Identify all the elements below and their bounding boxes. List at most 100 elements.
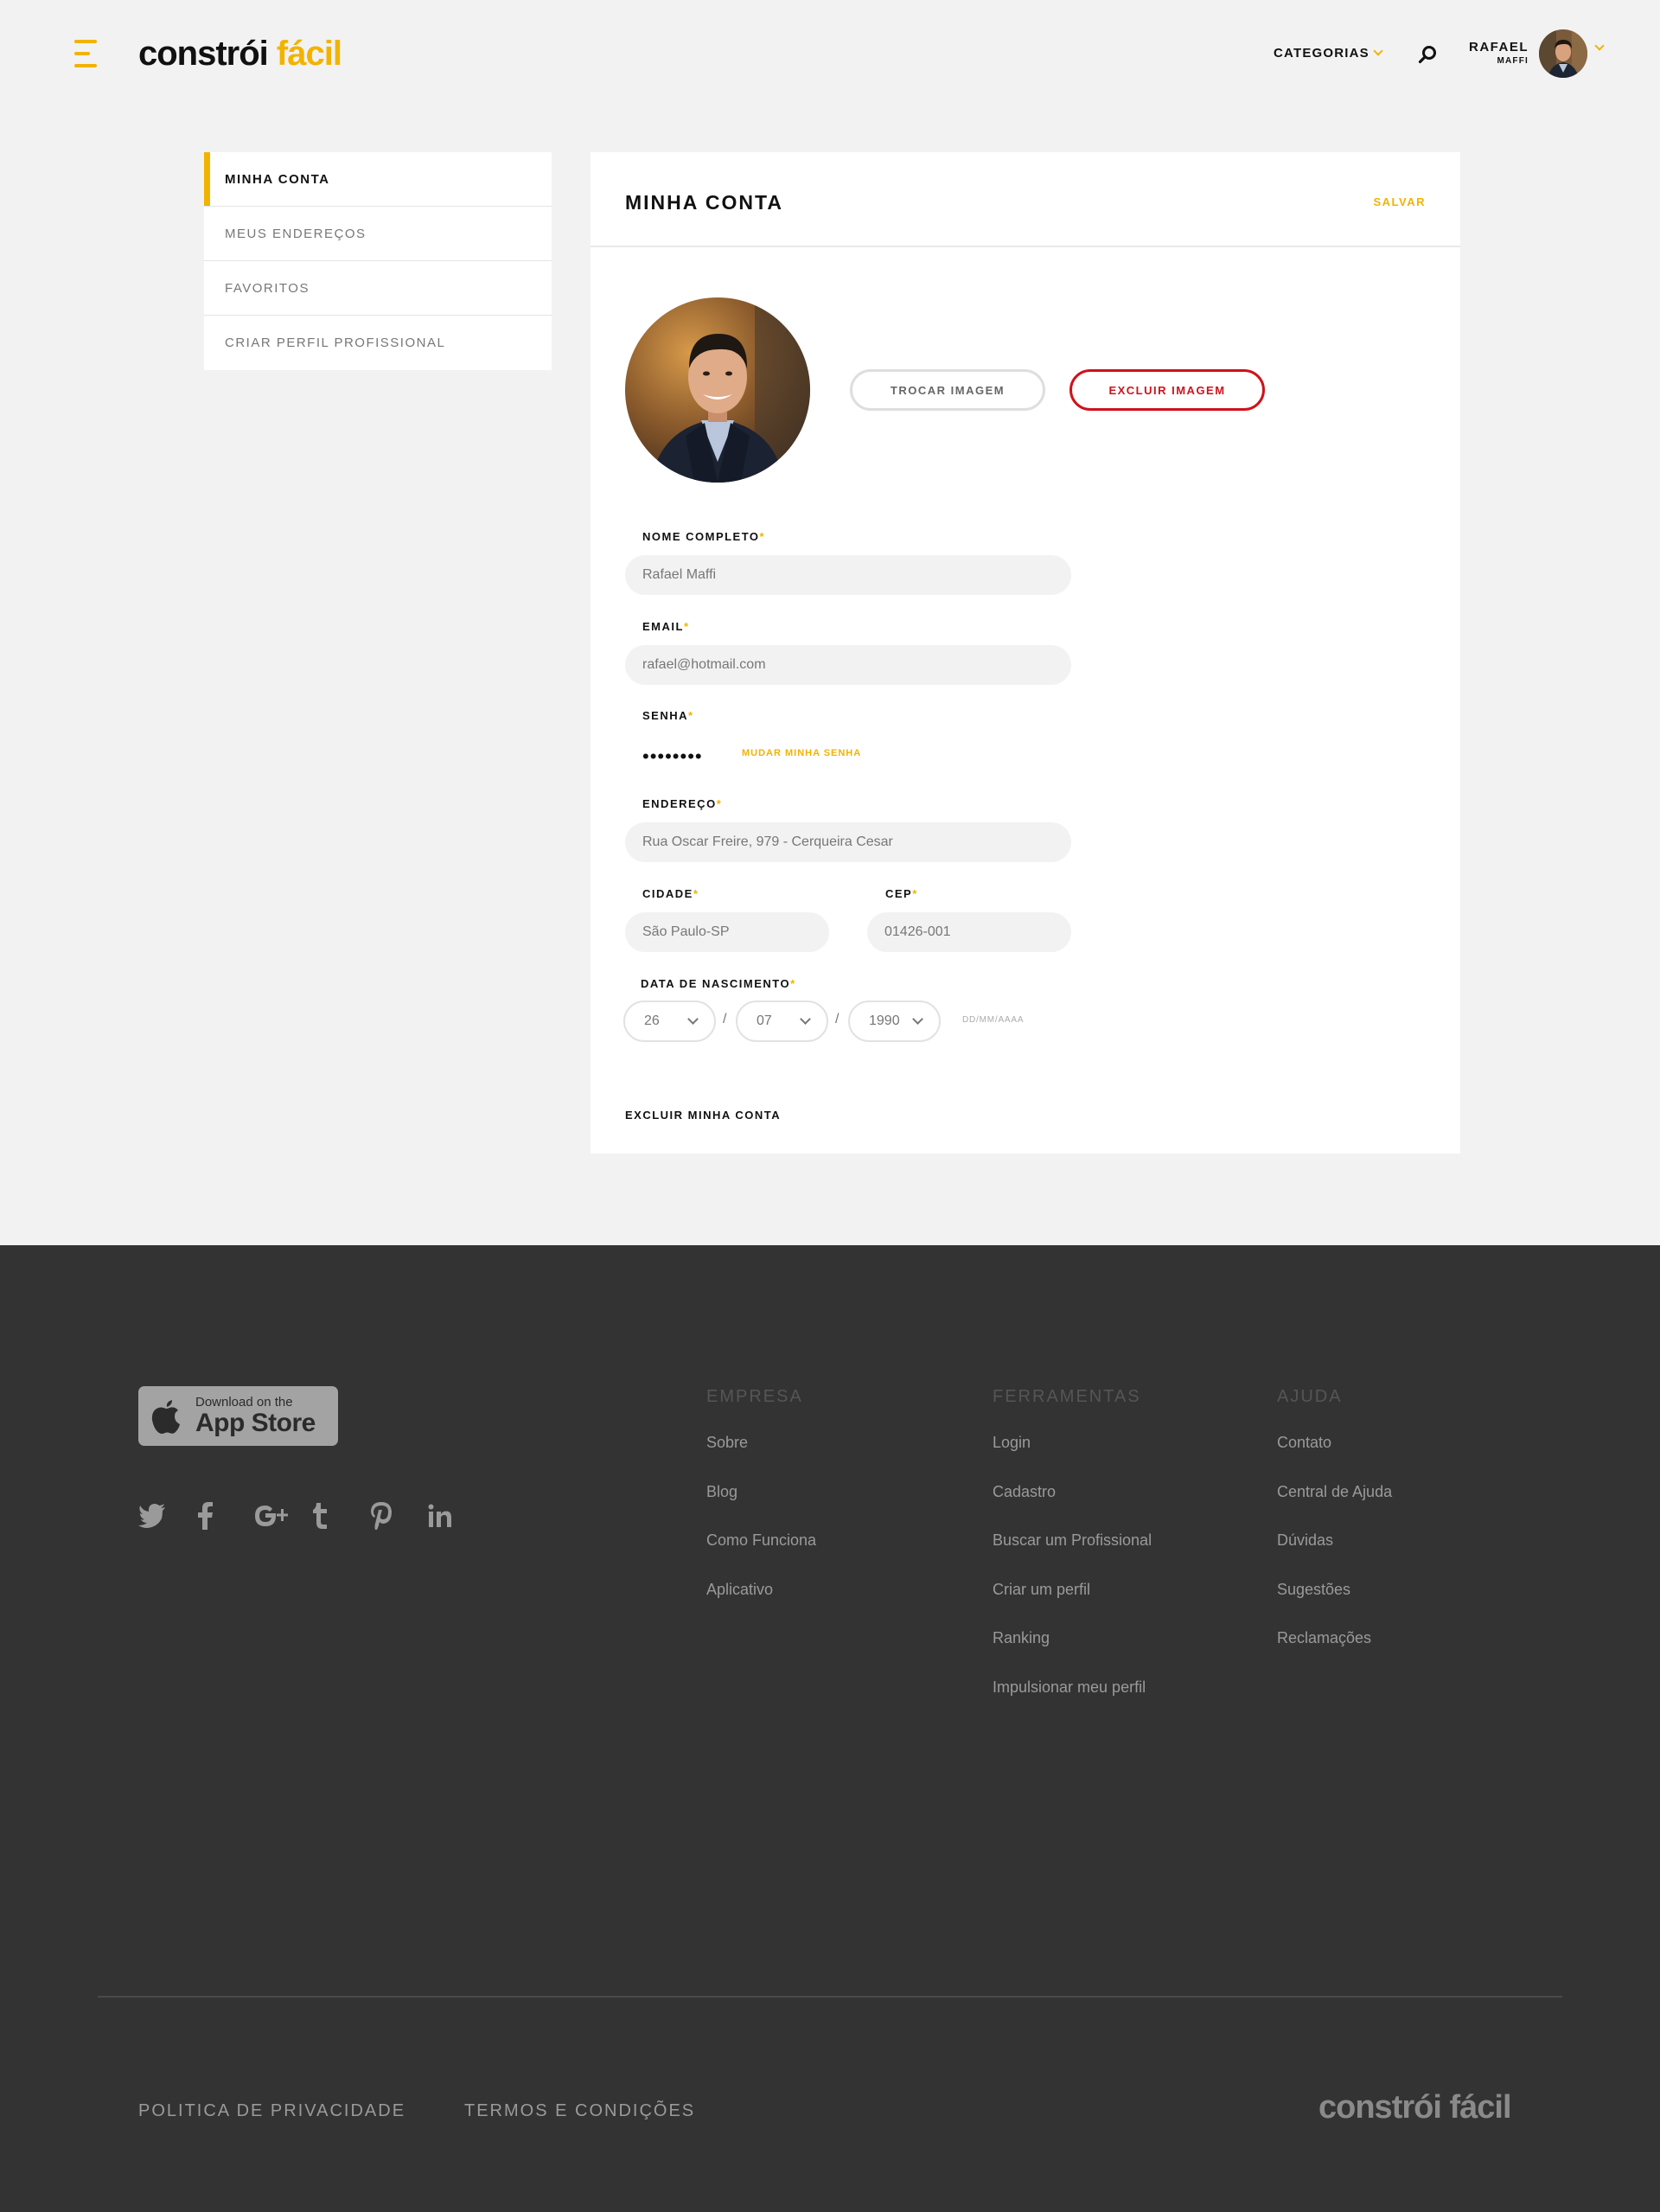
user-last-name: MAFFI xyxy=(1497,56,1529,66)
pinterest-icon[interactable] xyxy=(370,1500,428,1531)
sidebar-item-favoritos[interactable]: FAVORITOS xyxy=(204,261,552,316)
footer-link-impulsionar-perfil[interactable]: Impulsionar meu perfil xyxy=(993,1676,1152,1698)
footer-column-title: AJUDA xyxy=(1277,1387,1343,1406)
user-name[interactable]: RAFAEL MAFFI xyxy=(1461,40,1529,67)
address-label-text: ENDEREÇO xyxy=(642,797,717,810)
email-field[interactable] xyxy=(625,645,1071,685)
birth-month-value: 07 xyxy=(757,1013,772,1028)
facebook-icon[interactable] xyxy=(196,1500,254,1531)
footer-link-buscar-profissional[interactable]: Buscar um Profissional xyxy=(993,1529,1152,1551)
required-mark: * xyxy=(790,977,796,990)
search-icon[interactable] xyxy=(1418,45,1437,64)
site-logo[interactable]: constrói fácil xyxy=(138,33,342,74)
footer-link-como-funciona[interactable]: Como Funciona xyxy=(706,1529,816,1551)
chevron-down-icon xyxy=(912,1013,923,1025)
logo-text-primary: constrói xyxy=(138,35,269,73)
chevron-down-icon xyxy=(800,1013,811,1025)
address-field[interactable] xyxy=(625,822,1071,862)
footer-link-reclamacoes[interactable]: Reclamações xyxy=(1277,1627,1392,1649)
footer-link-central-ajuda[interactable]: Central de Ajuda xyxy=(1277,1480,1392,1503)
address-label: ENDEREÇO* xyxy=(642,797,722,810)
top-header: constrói fácil CATEGORIAS RAFAEL MAFFI xyxy=(0,0,1660,108)
delete-image-button[interactable]: EXCLUIR IMAGEM xyxy=(1069,369,1265,411)
password-label-text: SENHA xyxy=(642,709,689,722)
app-store-small-text: Download on the xyxy=(195,1395,293,1410)
footer-link-ranking[interactable]: Ranking xyxy=(993,1627,1152,1649)
delete-account-button[interactable]: EXCLUIR MINHA CONTA xyxy=(625,1109,781,1122)
cep-label-text: CEP xyxy=(885,887,913,900)
required-mark: * xyxy=(693,887,699,900)
save-button[interactable]: SALVAR xyxy=(1373,195,1426,208)
footer-column-title: FERRAMENTAS xyxy=(993,1387,1141,1406)
date-separator: / xyxy=(723,1012,727,1026)
linkedin-icon[interactable] xyxy=(428,1500,486,1531)
footer-divider xyxy=(98,1996,1562,1998)
birth-date-label-text: DATA DE NASCIMENTO xyxy=(641,977,791,990)
birth-month-select[interactable]: 07 xyxy=(736,1001,828,1042)
required-mark: * xyxy=(716,797,723,810)
birth-date-label: DATA DE NASCIMENTO* xyxy=(641,977,796,990)
required-mark: * xyxy=(683,620,690,633)
account-card: MINHA CONTA SALVAR TROCAR IMAGEM EXCLUIR… xyxy=(591,152,1460,1154)
city-label-text: CIDADE xyxy=(642,887,693,900)
city-label: CIDADE* xyxy=(642,887,699,900)
footer-column-title: EMPRESA xyxy=(706,1387,803,1406)
email-label-text: EMAIL xyxy=(642,620,684,633)
footer-column-ajuda: AJUDA Contato Central de Ajuda Dúvidas S… xyxy=(1277,1385,1392,1676)
email-label: EMAIL* xyxy=(642,620,690,633)
app-store-big-text: App Store xyxy=(195,1409,316,1437)
change-image-button[interactable]: TROCAR IMAGEM xyxy=(850,369,1045,411)
full-name-label-text: NOME COMPLETO xyxy=(642,530,760,543)
birth-year-value: 1990 xyxy=(869,1013,900,1028)
twitter-icon[interactable] xyxy=(138,1500,196,1531)
site-footer: Download on the App Store EMPRESA Sobre … xyxy=(0,1245,1660,2212)
footer-link-login[interactable]: Login xyxy=(993,1431,1152,1454)
sidebar-item-minha-conta[interactable]: MINHA CONTA xyxy=(204,152,552,207)
privacy-policy-link[interactable]: POLITICA DE PRIVACIDADE xyxy=(138,2101,405,2121)
footer-column-empresa: EMPRESA Sobre Blog Como Funciona Aplicat… xyxy=(706,1385,816,1627)
required-mark: * xyxy=(912,887,918,900)
birth-day-value: 26 xyxy=(644,1013,660,1028)
sidebar-item-meus-enderecos[interactable]: MEUS ENDEREÇOS xyxy=(204,207,552,261)
apple-icon xyxy=(151,1400,180,1434)
categories-label: CATEGORIAS xyxy=(1274,46,1370,61)
menu-icon[interactable] xyxy=(74,40,100,67)
footer-link-contato[interactable]: Contato xyxy=(1277,1431,1392,1454)
social-links xyxy=(138,1500,486,1531)
city-field[interactable] xyxy=(625,912,829,952)
footer-link-sugestoes[interactable]: Sugestões xyxy=(1277,1578,1392,1601)
footer-link-blog[interactable]: Blog xyxy=(706,1480,816,1503)
chevron-down-icon xyxy=(687,1013,699,1025)
footer-link-criar-perfil[interactable]: Criar um perfil xyxy=(993,1578,1152,1601)
footer-link-aplicativo[interactable]: Aplicativo xyxy=(706,1578,816,1601)
date-format-hint: DD/MM/AAAA xyxy=(962,1015,1025,1025)
logo-text-accent: fácil xyxy=(276,35,342,73)
footer-link-cadastro[interactable]: Cadastro xyxy=(993,1480,1152,1503)
required-mark: * xyxy=(759,530,766,543)
profile-photo xyxy=(625,297,810,483)
full-name-field[interactable] xyxy=(625,555,1071,595)
cep-field[interactable] xyxy=(867,912,1071,952)
birth-day-select[interactable]: 26 xyxy=(623,1001,716,1042)
avatar[interactable] xyxy=(1539,29,1587,78)
terms-link[interactable]: TERMOS E CONDIÇÕES xyxy=(464,2101,695,2121)
footer-link-sobre[interactable]: Sobre xyxy=(706,1431,816,1454)
sidebar-item-criar-perfil-profissional[interactable]: CRIAR PERFIL PROFISSIONAL xyxy=(204,316,552,370)
card-header: MINHA CONTA SALVAR xyxy=(591,152,1460,247)
user-menu-chevron-icon[interactable] xyxy=(1594,41,1605,51)
required-mark: * xyxy=(688,709,694,722)
user-first-name: RAFAEL xyxy=(1469,40,1529,54)
password-value: •••••••• xyxy=(642,745,703,767)
full-name-label: NOME COMPLETO* xyxy=(642,530,765,543)
tumblr-icon[interactable] xyxy=(312,1500,370,1531)
footer-column-ferramentas: FERRAMENTAS Login Cadastro Buscar um Pro… xyxy=(993,1385,1152,1724)
categories-dropdown[interactable]: CATEGORIAS xyxy=(1274,46,1383,61)
birth-year-select[interactable]: 1990 xyxy=(848,1001,941,1042)
change-password-link[interactable]: MUDAR MINHA SENHA xyxy=(742,748,861,758)
chevron-down-icon xyxy=(1373,46,1383,56)
google-plus-icon[interactable] xyxy=(254,1500,312,1531)
footer-link-duvidas[interactable]: Dúvidas xyxy=(1277,1529,1392,1551)
date-separator: / xyxy=(835,1012,840,1026)
app-store-badge[interactable]: Download on the App Store xyxy=(138,1386,338,1446)
footer-logo[interactable]: constrói fácil xyxy=(1318,2089,1511,2126)
